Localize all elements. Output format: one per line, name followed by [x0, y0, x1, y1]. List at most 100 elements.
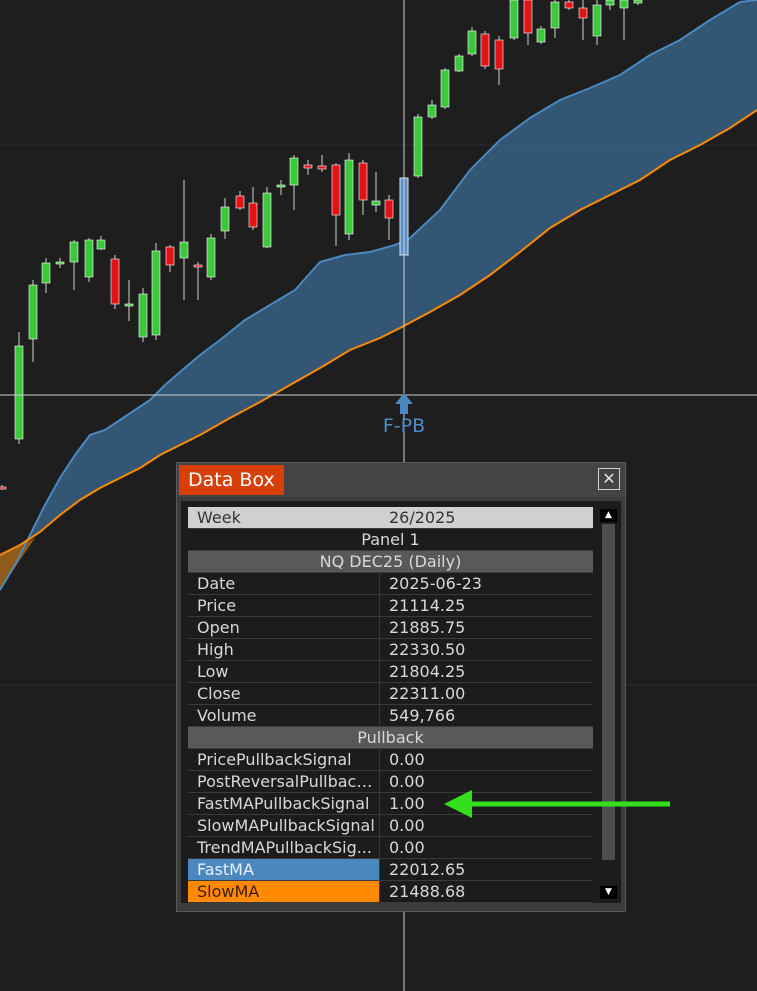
candle: [151, 243, 161, 340]
scroll-up-button[interactable]: ▲: [600, 509, 617, 522]
candle-body: [193, 264, 203, 268]
candle-body: [358, 162, 368, 201]
signal-arrow-icon: [395, 393, 413, 414]
candle: [523, 0, 533, 45]
instrument-label: NQ DEC25 (Daily): [319, 552, 462, 571]
indicator-row-fast-ma-pullback: FastMAPullbackSignal 1.00: [188, 793, 593, 815]
candle: [592, 0, 602, 45]
candle-body: [331, 164, 341, 216]
indicator-row-price-pullback: PricePullbackSignal 0.00: [188, 749, 593, 771]
slow-ma-label: SlowMA: [188, 881, 380, 902]
candle-body: [413, 116, 423, 177]
candle-body: [276, 184, 286, 188]
data-value: 2025-06-23: [389, 574, 482, 593]
close-button[interactable]: ✕: [598, 468, 620, 490]
fast-ma-row: FastMA 22012.65: [188, 859, 593, 881]
candle: [84, 238, 94, 282]
close-icon: ✕: [602, 469, 616, 488]
candle-body: [289, 157, 299, 186]
indicator-value: 0.00: [389, 838, 425, 857]
candle: [262, 187, 272, 248]
candle: [454, 54, 464, 72]
candle: [509, 0, 519, 40]
scroll-thumb[interactable]: [602, 524, 615, 860]
fast-ma-value: 22012.65: [389, 860, 466, 879]
candle: [605, 0, 615, 10]
candle-body: [41, 262, 51, 284]
candle-body: [454, 55, 464, 72]
candle-body: [55, 261, 65, 265]
data-value: 549,766: [389, 706, 456, 725]
indicator-label: TrendMAPullbackSig...: [188, 837, 380, 858]
candle: [206, 234, 216, 280]
data-value: 21114.25: [389, 596, 466, 615]
candle-body: [138, 293, 148, 338]
data-label: Low: [188, 661, 380, 682]
candle-body: [550, 1, 560, 29]
candle: [371, 172, 381, 212]
candle: [427, 100, 437, 119]
candle: [413, 114, 423, 178]
candle: [317, 155, 327, 172]
candle-body: [317, 165, 327, 170]
data-value: 22330.50: [389, 640, 466, 659]
candle: [220, 198, 230, 239]
triangle-down-icon: ▼: [605, 887, 612, 897]
indicator-label: PostReversalPullback...: [188, 771, 380, 792]
indicator-row-trend-ma-pullback: TrendMAPullbackSig... 0.00: [188, 837, 593, 859]
candle: [193, 262, 203, 300]
candle-body: [220, 206, 230, 232]
pullback-signal-label: F-PB: [382, 415, 426, 437]
candle: [494, 36, 504, 85]
candle-body: [536, 28, 546, 43]
data-value: 22311.00: [389, 684, 466, 703]
indicator-value: 0.00: [389, 816, 425, 835]
candle: [289, 155, 299, 210]
candle-body: [96, 239, 106, 250]
candle: [69, 240, 79, 290]
candle: [536, 26, 546, 44]
scroll-track[interactable]: [600, 524, 617, 884]
candle: [344, 153, 354, 240]
indicator-row-post-reversal: PostReversalPullback... 0.00: [188, 771, 593, 793]
data-label: Date: [188, 573, 380, 594]
indicator-label: FastMAPullbackSignal: [188, 793, 380, 814]
data-box-title: Data Box: [179, 465, 284, 495]
candle: [179, 180, 189, 300]
data-box-body: Week 26/2025 Panel 1 NQ DEC25 (Daily) Da…: [181, 501, 621, 903]
scroll-down-button[interactable]: ▼: [600, 886, 617, 899]
candle-body: [151, 250, 161, 336]
data-box-window[interactable]: Data Box ✕ Week 26/2025 Panel 1 NQ DEC25…: [176, 462, 626, 912]
candle: [578, 0, 588, 40]
candle-body: [633, 0, 643, 4]
candle-body: [592, 4, 602, 37]
candle-body: [427, 104, 437, 118]
candle-body: [262, 192, 272, 248]
candle: [633, 0, 643, 5]
slow-ma-row: SlowMA 21488.68: [188, 881, 593, 903]
data-row-low: Low 21804.25: [188, 661, 593, 683]
candle: [550, 0, 560, 38]
vertical-scrollbar[interactable]: ▲ ▼: [600, 509, 617, 899]
candle: [28, 280, 38, 362]
candlestick-series: [0, 0, 643, 490]
candle: [619, 0, 629, 40]
week-label: Week: [197, 508, 241, 527]
data-row-close: Close 22311.00: [188, 683, 593, 705]
candle-body: [235, 195, 245, 209]
candle-body: [509, 0, 519, 39]
candle-body: [523, 0, 533, 34]
candle-body: [28, 284, 38, 340]
week-row: Week 26/2025: [188, 507, 593, 529]
indicator-label: SlowMAPullbackSignal: [188, 815, 380, 836]
candle: [165, 245, 175, 272]
candle: [440, 68, 450, 109]
data-box-header[interactable]: Data Box ✕: [177, 463, 625, 497]
indicator-value: 0.00: [389, 750, 425, 769]
panel-label: Panel 1: [361, 530, 420, 549]
candle: [138, 288, 148, 342]
data-row-high: High 22330.50: [188, 639, 593, 661]
candle-body: [124, 303, 134, 307]
data-value: 21885.75: [389, 618, 466, 637]
indicator-value: 0.00: [389, 772, 425, 791]
